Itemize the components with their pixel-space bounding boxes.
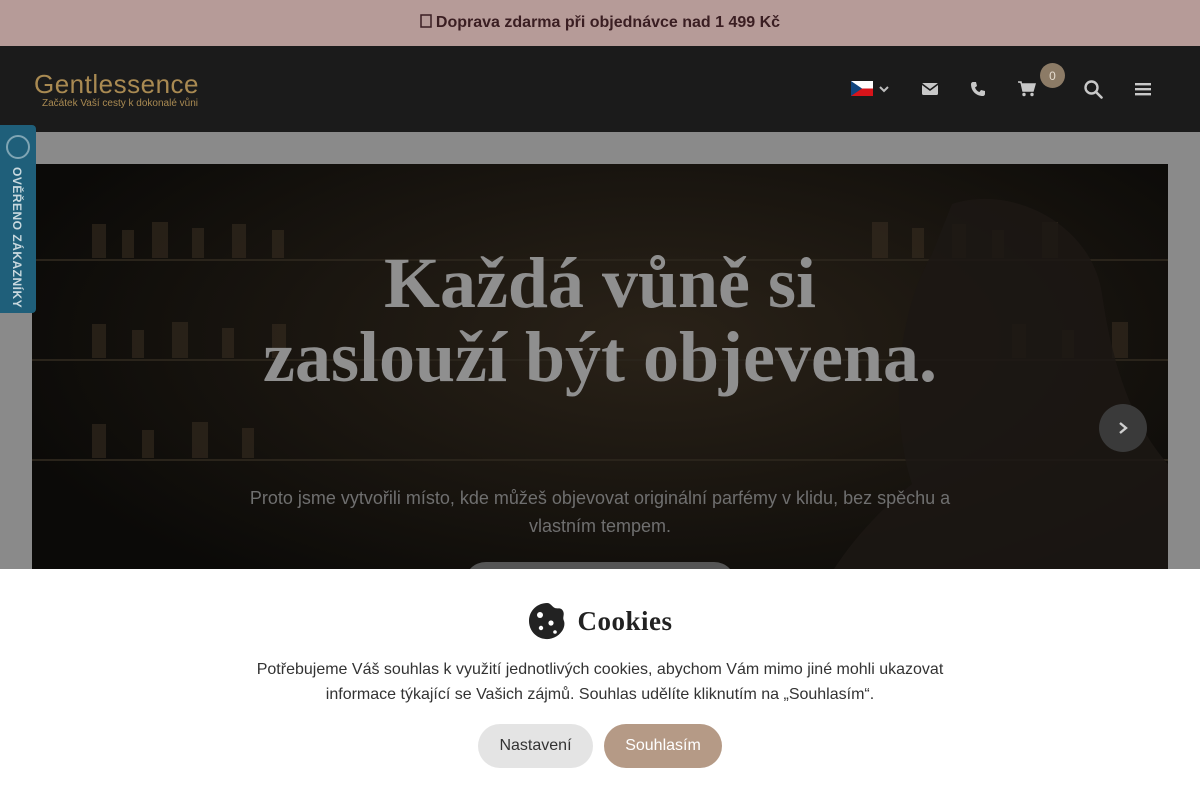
hero-subtitle: Proto jsme vytvořili místo, kde můžeš ob… xyxy=(249,488,951,536)
verified-label: OVĚŘENO ZÁKAZNÍKY xyxy=(10,167,24,309)
slider-next-button[interactable] xyxy=(1099,404,1147,452)
phone-icon[interactable] xyxy=(968,76,988,102)
truck-icon xyxy=(420,14,432,32)
logo-tagline: Začátek Vaší cesty k dokonalé vůni xyxy=(42,98,199,109)
chevron-right-icon xyxy=(1119,422,1128,434)
cookie-header: Cookies xyxy=(0,601,1200,641)
cookie-consent-panel: Cookies Potřebujeme Váš souhlas k využit… xyxy=(0,569,1200,800)
site-logo[interactable]: Gentlessence Začátek Vaší cesty k dokona… xyxy=(34,70,199,110)
envelope-icon[interactable] xyxy=(920,76,940,102)
cart-count-badge: 0 xyxy=(1040,63,1065,88)
hero-title: Každá vůně si zaslouží být objevena. xyxy=(263,243,937,397)
chevron-down-icon xyxy=(879,85,889,92)
verified-seal-icon xyxy=(6,135,30,159)
cookie-title: Cookies xyxy=(577,605,673,636)
logo-brand: Gentlessence xyxy=(34,69,199,99)
cookie-agree-button[interactable]: Souhlasím xyxy=(604,724,722,768)
language-selector[interactable] xyxy=(851,81,891,96)
free-shipping-text: Doprava zdarma při objednávce nad 1 499 … xyxy=(435,14,781,31)
menu-icon[interactable] xyxy=(1133,76,1153,102)
free-shipping-bar: Doprava zdarma při objednávce nad 1 499 … xyxy=(0,0,1200,46)
verified-customers-tab[interactable]: OVĚŘENO ZÁKAZNÍKY xyxy=(0,125,36,313)
cart-icon[interactable] xyxy=(1016,76,1038,102)
cookie-text: Potřebujeme Váš souhlas k využití jednot… xyxy=(256,661,944,703)
cookie-settings-button[interactable]: Nastavení xyxy=(478,724,593,768)
search-icon[interactable] xyxy=(1082,76,1104,102)
cookie-icon xyxy=(529,603,565,640)
czech-flag-icon xyxy=(851,81,873,96)
